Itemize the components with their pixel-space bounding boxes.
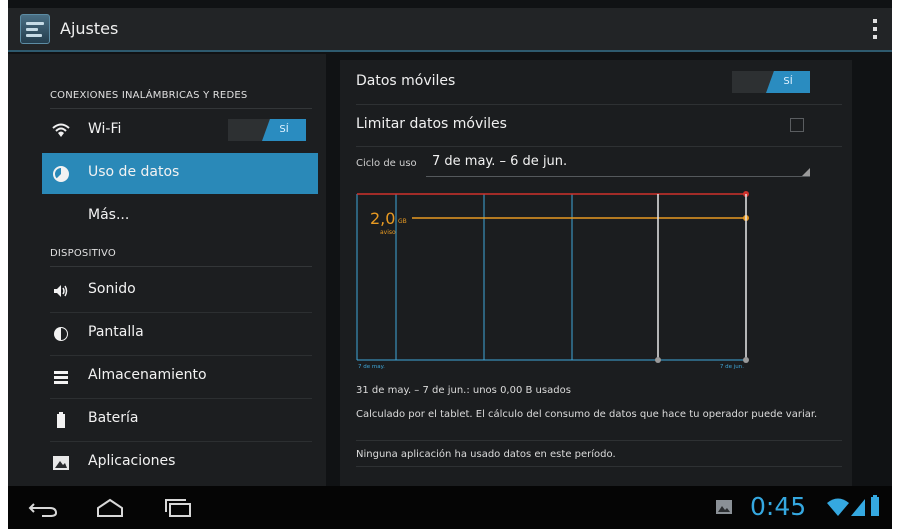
- usage-summary: 31 de may. – 7 de jun.: unos 0,00 B usad…: [356, 385, 571, 396]
- brightness-icon: [52, 325, 70, 343]
- data-usage-icon: [52, 165, 70, 183]
- sidebar-item-label: Pantalla: [88, 324, 144, 340]
- storage-icon: [52, 368, 70, 386]
- mobile-data-toggle[interactable]: SÍ: [732, 71, 810, 93]
- battery-icon: [52, 411, 70, 429]
- section-header-wireless: CONEXIONES INALÁMBRICAS Y REDES: [50, 90, 248, 101]
- mobile-data-label: Datos móviles: [356, 73, 456, 89]
- app-title: Ajustes: [60, 19, 119, 38]
- sidebar-item-battery[interactable]: Batería: [42, 399, 318, 440]
- sidebar-item-label: Aplicaciones: [88, 453, 176, 469]
- sidebar-item-display[interactable]: Pantalla: [42, 313, 318, 354]
- sidebar-item-sound[interactable]: Sonido: [42, 270, 318, 311]
- dropdown-arrow-icon[interactable]: [802, 168, 810, 176]
- clock[interactable]: 0:45: [750, 492, 806, 521]
- warning-value: 2,0: [370, 209, 395, 228]
- usage-cycle-select[interactable]: 7 de may. – 6 de jun.: [432, 154, 567, 169]
- wifi-icon: [52, 122, 70, 140]
- range-start-handle[interactable]: [655, 357, 661, 363]
- sidebar-item-wifi[interactable]: Wi-Fi SÍ: [42, 110, 318, 151]
- sidebar-item-label: Wi-Fi: [88, 121, 122, 137]
- sidebar-item-more[interactable]: Más...: [42, 196, 318, 237]
- data-usage-chart: 2,0 GB aviso 7 de may. 7 de jun.: [356, 191, 749, 370]
- sidebar-item-label: Almacenamiento: [88, 367, 207, 383]
- apps-icon: [52, 454, 70, 472]
- wifi-toggle-on-label: SÍ: [262, 119, 306, 141]
- data-usage-panel: Datos móviles SÍ Limitar datos móviles C…: [340, 60, 852, 486]
- back-icon[interactable]: [24, 494, 64, 522]
- recent-apps-icon[interactable]: [158, 494, 198, 522]
- sidebar-item-storage[interactable]: Almacenamiento: [42, 356, 318, 397]
- usage-cycle-label: Ciclo de uso: [356, 158, 417, 169]
- sidebar-item-apps[interactable]: Aplicaciones: [42, 442, 318, 483]
- no-apps-message: Ninguna aplicación ha usado datos en est…: [356, 449, 616, 460]
- chart-x-start-label: 7 de may.: [358, 364, 385, 370]
- section-header-device: DISPOSITIVO: [50, 248, 116, 259]
- range-end-handle[interactable]: [743, 357, 749, 363]
- settings-sliders-icon[interactable]: [20, 14, 50, 44]
- overflow-menu-icon[interactable]: [866, 16, 884, 42]
- sidebar-item-label: Más...: [88, 207, 130, 223]
- mobile-data-toggle-on-label: SÍ: [766, 71, 810, 93]
- speaker-icon: [52, 282, 70, 300]
- sidebar-item-data-usage[interactable]: Uso de datos: [42, 153, 318, 194]
- warning-unit: GB: [398, 218, 407, 225]
- warning-label: aviso: [380, 229, 396, 236]
- sidebar-item-label: Batería: [88, 410, 139, 426]
- wifi-signal-icon: [826, 496, 850, 518]
- limit-mobile-data-label: Limitar datos móviles: [356, 116, 507, 132]
- sidebar-item-label: Sonido: [88, 281, 136, 297]
- battery-status-icon: [868, 494, 882, 518]
- wifi-toggle[interactable]: SÍ: [228, 119, 306, 141]
- tablet-screen: Ajustes CONEXIONES INALÁMBRICAS Y REDES …: [8, 0, 892, 529]
- system-navigation-bar: 0:45: [8, 486, 892, 529]
- sidebar-item-label: Uso de datos: [88, 164, 180, 180]
- carrier-note: Calculado por el tablet. El cálculo del …: [356, 409, 818, 420]
- cell-signal-icon: [850, 496, 866, 518]
- gallery-notification-icon[interactable]: [714, 496, 736, 518]
- settings-list: CONEXIONES INALÁMBRICAS Y REDES Wi-Fi SÍ…: [8, 54, 326, 486]
- chart-x-end-label: 7 de jun.: [720, 364, 744, 370]
- limit-mobile-data-checkbox[interactable]: [790, 118, 804, 132]
- action-bar: Ajustes: [8, 8, 892, 52]
- home-icon[interactable]: [90, 494, 130, 522]
